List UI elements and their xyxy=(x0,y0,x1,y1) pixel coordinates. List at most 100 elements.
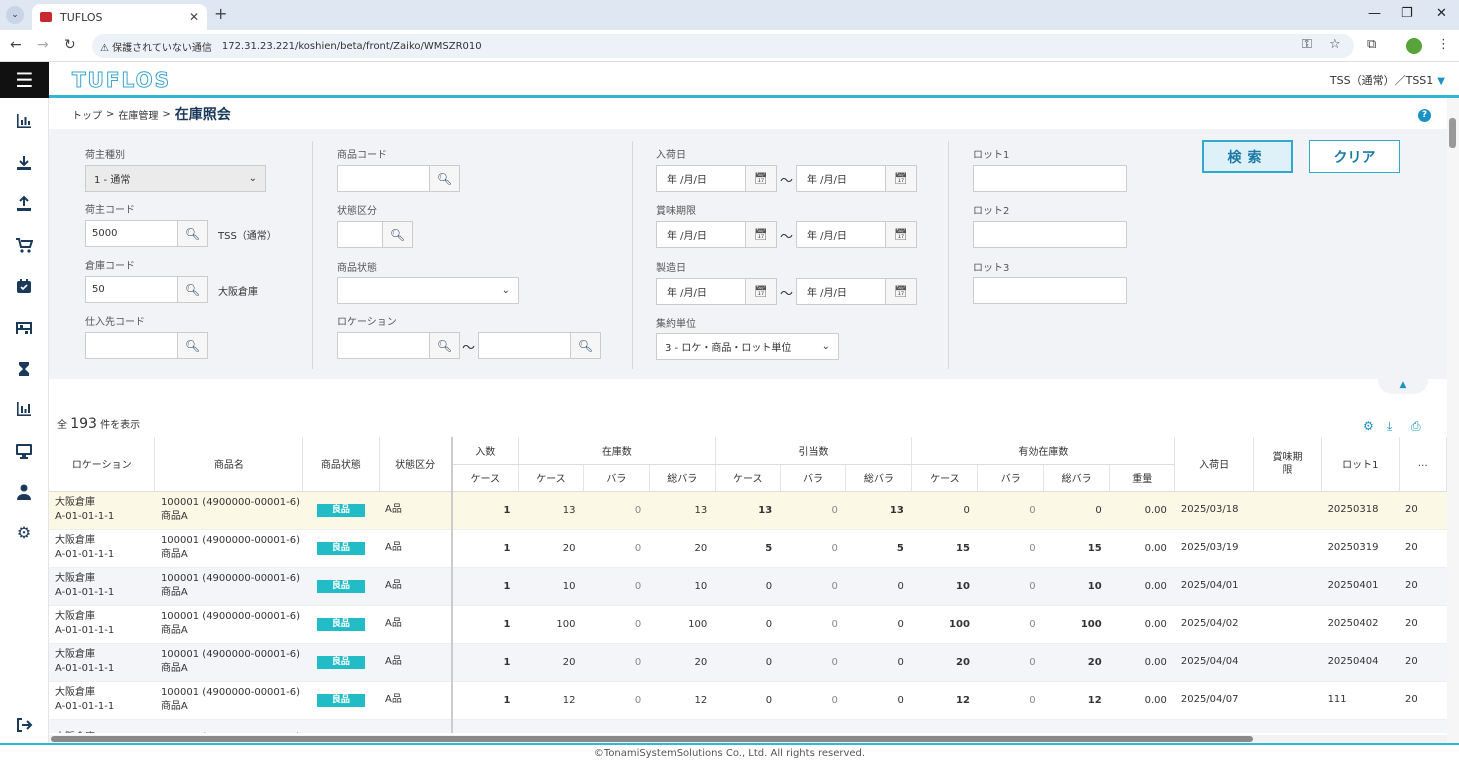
new-tab-button[interactable]: + xyxy=(214,4,227,23)
table-row[interactable]: 大阪倉庫 A-01-01-1-1 100001 (4900000-00001-6) 商… xyxy=(49,681,1447,720)
shuyaku-select[interactable]: 3 - ロケ・商品・ロット単位 ⌄ xyxy=(656,333,839,360)
shomi-to-date[interactable]: 年 /月/日 xyxy=(796,221,886,248)
search-icon[interactable]: 🔍︎ xyxy=(430,165,460,192)
scrollbar-thumb[interactable] xyxy=(1449,118,1456,148)
minimize-icon[interactable]: — xyxy=(1368,6,1381,21)
seizo-to-date[interactable]: 年 /月/日 xyxy=(796,278,886,305)
clear-button[interactable]: クリア xyxy=(1309,140,1400,173)
col-hikiate[interactable]: 引当数 xyxy=(715,437,913,465)
lot1-input[interactable] xyxy=(973,165,1127,192)
calendar-icon[interactable]: 📅︎ xyxy=(886,278,917,305)
logout-icon[interactable] xyxy=(15,716,33,734)
ninushi-type-select[interactable]: 1 - 通常 ⌄ xyxy=(85,165,266,192)
search-button[interactable]: 検索 xyxy=(1202,140,1293,173)
col-hikiate-case[interactable]: ケース xyxy=(715,464,781,492)
monitor-icon[interactable] xyxy=(15,442,33,460)
browser-tab[interactable]: TUFLOS ✕ xyxy=(32,4,207,30)
browser-menu-icon[interactable]: ⋮ xyxy=(1437,37,1450,52)
col-yuko[interactable]: 有効在庫数 xyxy=(911,437,1176,465)
lot3-input[interactable] xyxy=(973,277,1127,304)
table-row[interactable]: 大阪倉庫 A-01-01-1-1 100001 (4900000-00001-6) 商… xyxy=(49,491,1447,530)
calendar-icon[interactable]: 📅︎ xyxy=(886,221,917,248)
search-icon[interactable]: 🔍︎ xyxy=(383,221,413,248)
dashboard-icon[interactable] xyxy=(15,112,33,130)
security-warning[interactable]: ⚠ 保護されていない通信 xyxy=(100,39,212,54)
menu-icon[interactable]: ☰ xyxy=(0,62,49,98)
download-icon[interactable]: ⤓ xyxy=(1387,419,1392,434)
forward-icon[interactable]: → xyxy=(37,37,49,53)
col-yuko-sobara[interactable]: 総バラ xyxy=(1043,464,1111,492)
inventory-icon[interactable] xyxy=(15,277,33,295)
maximize-icon[interactable]: ❐ xyxy=(1401,6,1413,21)
report-icon[interactable] xyxy=(15,400,33,418)
location-to-input[interactable] xyxy=(478,332,571,359)
breadcrumb-top[interactable]: トップ xyxy=(72,107,102,122)
shomi-from-date[interactable]: 年 /月/日 xyxy=(656,221,746,248)
table-row[interactable]: 大阪倉庫 100001 (4900000-00001-6) xyxy=(49,719,1447,733)
table-row[interactable]: 大阪倉庫 A-01-01-1-1 100001 (4900000-00001-6) 商… xyxy=(49,567,1447,606)
shohin-code-input[interactable] xyxy=(337,165,430,192)
col-shohin-jotai[interactable]: 商品状態 xyxy=(302,437,380,492)
col-zaiko-sobara[interactable]: 総バラ xyxy=(649,464,716,492)
table-row[interactable]: 大阪倉庫 A-01-01-1-1 100001 (4900000-00001-6) 商… xyxy=(49,643,1447,682)
table-row[interactable]: 大阪倉庫 A-01-01-1-1 100001 (4900000-00001-6) 商… xyxy=(49,605,1447,644)
location-from-input[interactable] xyxy=(337,332,430,359)
outbound-icon[interactable] xyxy=(15,195,33,213)
password-key-icon[interactable]: ⚿ xyxy=(1302,37,1312,52)
col-irisu-case[interactable]: ケース xyxy=(451,464,519,492)
search-icon[interactable]: 🔍︎ xyxy=(178,220,208,247)
col-more[interactable]: … xyxy=(1399,437,1447,492)
jotai-kubun-input[interactable] xyxy=(337,221,383,248)
col-hikiate-sobara[interactable]: 総バラ xyxy=(845,464,913,492)
col-location[interactable]: ロケーション xyxy=(49,437,156,492)
col-shomi[interactable]: 賞味期限 xyxy=(1253,437,1323,492)
col-lot1[interactable]: ロット1 xyxy=(1321,437,1400,492)
help-icon[interactable]: ? xyxy=(1418,109,1431,122)
extensions-icon[interactable]: ⧉ xyxy=(1367,37,1376,52)
nyuka-from-date[interactable]: 年 /月/日 xyxy=(656,165,746,192)
col-yuko-juryo[interactable]: 重量 xyxy=(1109,464,1176,492)
tab-close-icon[interactable]: ✕ xyxy=(189,10,199,24)
col-jotai-kubun[interactable]: 状態区分 xyxy=(379,437,453,492)
tab-search-icon[interactable]: ⌄ xyxy=(6,6,24,24)
search-icon[interactable]: 🔍︎ xyxy=(178,332,208,359)
calendar-icon[interactable]: 📅︎ xyxy=(886,165,917,192)
bookmark-star-icon[interactable]: ☆ xyxy=(1329,37,1341,52)
col-nyukabi[interactable]: 入荷日 xyxy=(1174,437,1254,492)
window-close-icon[interactable]: ✕ xyxy=(1436,6,1447,21)
col-hikiate-bara[interactable]: バラ xyxy=(780,464,847,492)
col-zaiko-bara[interactable]: バラ xyxy=(583,464,650,492)
table-row[interactable]: 大阪倉庫 A-01-01-1-1 100001 (4900000-00001-6) 商… xyxy=(49,529,1447,568)
inbound-icon[interactable] xyxy=(15,154,33,172)
col-yuko-bara[interactable]: バラ xyxy=(977,464,1045,492)
search-icon[interactable]: 🔍︎ xyxy=(571,332,601,359)
search-icon[interactable]: 🔍︎ xyxy=(178,276,208,303)
user-icon[interactable] xyxy=(15,483,33,501)
back-icon[interactable]: ← xyxy=(10,37,22,53)
user-selector[interactable]: TSS（通常）／TSS1 ▼ xyxy=(1330,72,1445,88)
lot2-input[interactable] xyxy=(973,221,1127,248)
ninushi-code-input[interactable]: 5000 xyxy=(85,220,178,247)
cart-icon[interactable] xyxy=(15,236,34,254)
print-icon[interactable]: ⎙ xyxy=(1411,419,1421,434)
col-yuko-case[interactable]: ケース xyxy=(911,464,979,492)
calendar-icon[interactable]: 📅︎ xyxy=(746,221,777,248)
calendar-icon[interactable]: 📅︎ xyxy=(746,278,777,305)
col-shohin-name[interactable]: 商品名 xyxy=(154,437,304,492)
shiiresaki-input[interactable] xyxy=(85,332,178,359)
seizo-from-date[interactable]: 年 /月/日 xyxy=(656,278,746,305)
calendar-icon[interactable]: 📅︎ xyxy=(746,165,777,192)
souko-code-input[interactable]: 50 xyxy=(85,276,178,303)
scrollbar-thumb[interactable] xyxy=(51,736,1253,742)
warehouse-icon[interactable] xyxy=(15,318,33,336)
shohin-jotai-select[interactable]: ⌄ xyxy=(337,277,519,304)
address-bar[interactable]: ⚠ 保護されていない通信 172.31.23.221/koshien/beta/… xyxy=(92,34,1354,58)
settings-icon[interactable]: ⚙ xyxy=(15,524,33,542)
profile-avatar[interactable] xyxy=(1406,38,1422,54)
breadcrumb-parent[interactable]: 在庫管理 xyxy=(118,107,158,122)
nyuka-to-date[interactable]: 年 /月/日 xyxy=(796,165,886,192)
reload-icon[interactable]: ↻ xyxy=(64,37,76,53)
vertical-scrollbar[interactable] xyxy=(1447,98,1459,743)
col-zaiko[interactable]: 在庫数 xyxy=(518,437,716,465)
collapse-panel-icon[interactable]: ▲ xyxy=(1378,378,1428,394)
